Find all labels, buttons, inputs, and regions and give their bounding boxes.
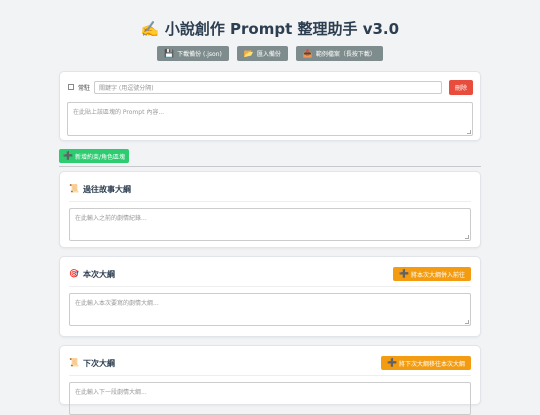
resident-label: 常駐 xyxy=(78,84,91,92)
plus-icon: ➕ xyxy=(399,269,409,278)
current-outline-placeholder: 在此輸入本次要寫的劇情大綱... xyxy=(75,300,159,307)
resize-handle[interactable] xyxy=(467,130,471,134)
example-file-button[interactable]: 📥 範例檔案（長按下載） xyxy=(295,46,383,61)
toolbar: 💾 下載備份 (.json) 📂 匯入備份 📥 範例檔案（長按下載） xyxy=(0,46,540,66)
past-outline-card: 📜 過往故事大綱 在此輸入之前的劇情紀錄... xyxy=(59,171,481,248)
section-divider xyxy=(69,201,471,202)
example-file-label: 範例檔案（長按下載） xyxy=(315,51,376,58)
current-outline-header: 🎯 本次大綱 ➕ 將本次大綱併入前往 xyxy=(69,266,471,282)
section-divider xyxy=(69,286,471,287)
target-icon: 🎯 xyxy=(69,269,79,278)
next-outline-textarea[interactable]: 在此輸入下一段劇情大綱... xyxy=(69,382,471,415)
download-backup-label: 下載備份 (.json) xyxy=(177,51,222,58)
merge-current-outline-button[interactable]: ➕ 將本次大綱併入前往 xyxy=(393,267,471,281)
divider xyxy=(59,166,481,167)
plus-icon: ➕ xyxy=(387,358,397,367)
resize-handle[interactable] xyxy=(465,320,469,324)
past-outline-header: 📜 過往故事大綱 xyxy=(69,181,471,197)
move-next-outline-button[interactable]: ➕ 將下次大綱移往本次大綱 xyxy=(381,356,471,370)
floppy-icon: 💾 xyxy=(164,48,175,58)
prompt-content-textarea[interactable]: 在此貼上該區塊的 Prompt 內容... xyxy=(67,102,473,136)
keyword-input[interactable]: 關鍵字 (用逗號分隔) xyxy=(94,80,442,94)
app-title: ✍️ 小說創作 Prompt 整理助手 v3.0 xyxy=(140,20,400,38)
current-outline-title: 🎯 本次大綱 xyxy=(69,269,115,280)
past-outline-textarea[interactable]: 在此輸入之前的劇情紀錄... xyxy=(69,208,471,241)
current-outline-title-text: 本次大綱 xyxy=(82,269,115,279)
current-outline-textarea[interactable]: 在此輸入本次要寫的劇情大綱... xyxy=(69,293,471,326)
section-divider xyxy=(69,375,471,376)
import-backup-label: 匯入備份 xyxy=(256,51,281,58)
merge-current-outline-label: 將本次大綱併入前往 xyxy=(410,271,465,279)
current-outline-card: 🎯 本次大綱 ➕ 將本次大綱併入前往 在此輸入本次要寫的劇情大綱... xyxy=(59,256,481,337)
scroll-icon: 📜 xyxy=(69,358,79,367)
import-backup-button[interactable]: 📂 匯入備份 xyxy=(236,46,288,61)
prompt-content-placeholder: 在此貼上該區塊的 Prompt 內容... xyxy=(73,109,165,116)
resize-handle[interactable] xyxy=(465,235,469,239)
next-outline-card: 📜 下次大綱 ➕ 將下次大綱移往本次大綱 在此輸入下一段劇情大綱... xyxy=(59,345,481,415)
past-outline-title-text: 過往故事大綱 xyxy=(82,184,131,194)
scroll-icon: 📜 xyxy=(69,184,79,193)
plus-icon: ➕ xyxy=(63,151,73,160)
past-outline-placeholder: 在此輸入之前的劇情紀錄... xyxy=(75,215,147,222)
delete-button[interactable]: 刪除 xyxy=(448,79,473,95)
inbox-icon: 📥 xyxy=(302,48,313,58)
add-block-label: 新增約束/角色區塊 xyxy=(74,153,125,161)
next-outline-title-text: 下次大綱 xyxy=(82,358,115,368)
add-block-button[interactable]: ➕ 新增約束/角色區塊 xyxy=(59,149,129,163)
download-backup-button[interactable]: 💾 下載備份 (.json) xyxy=(157,46,229,61)
prompt-block-header: 常駐 關鍵字 (用逗號分隔) 刪除 xyxy=(67,79,473,95)
next-outline-placeholder: 在此輸入下一段劇情大綱... xyxy=(75,389,147,396)
next-outline-header: 📜 下次大綱 ➕ 將下次大綱移往本次大綱 xyxy=(69,355,471,371)
past-outline-title: 📜 過往故事大綱 xyxy=(69,184,131,195)
next-outline-title: 📜 下次大綱 xyxy=(69,358,115,369)
resident-checkbox[interactable] xyxy=(68,84,74,90)
prompt-block-card: 常駐 關鍵字 (用逗號分隔) 刪除 在此貼上該區塊的 Prompt 內容... xyxy=(59,71,481,141)
folder-icon: 📂 xyxy=(243,48,254,58)
move-next-outline-label: 將下次大綱移往本次大綱 xyxy=(398,360,465,368)
